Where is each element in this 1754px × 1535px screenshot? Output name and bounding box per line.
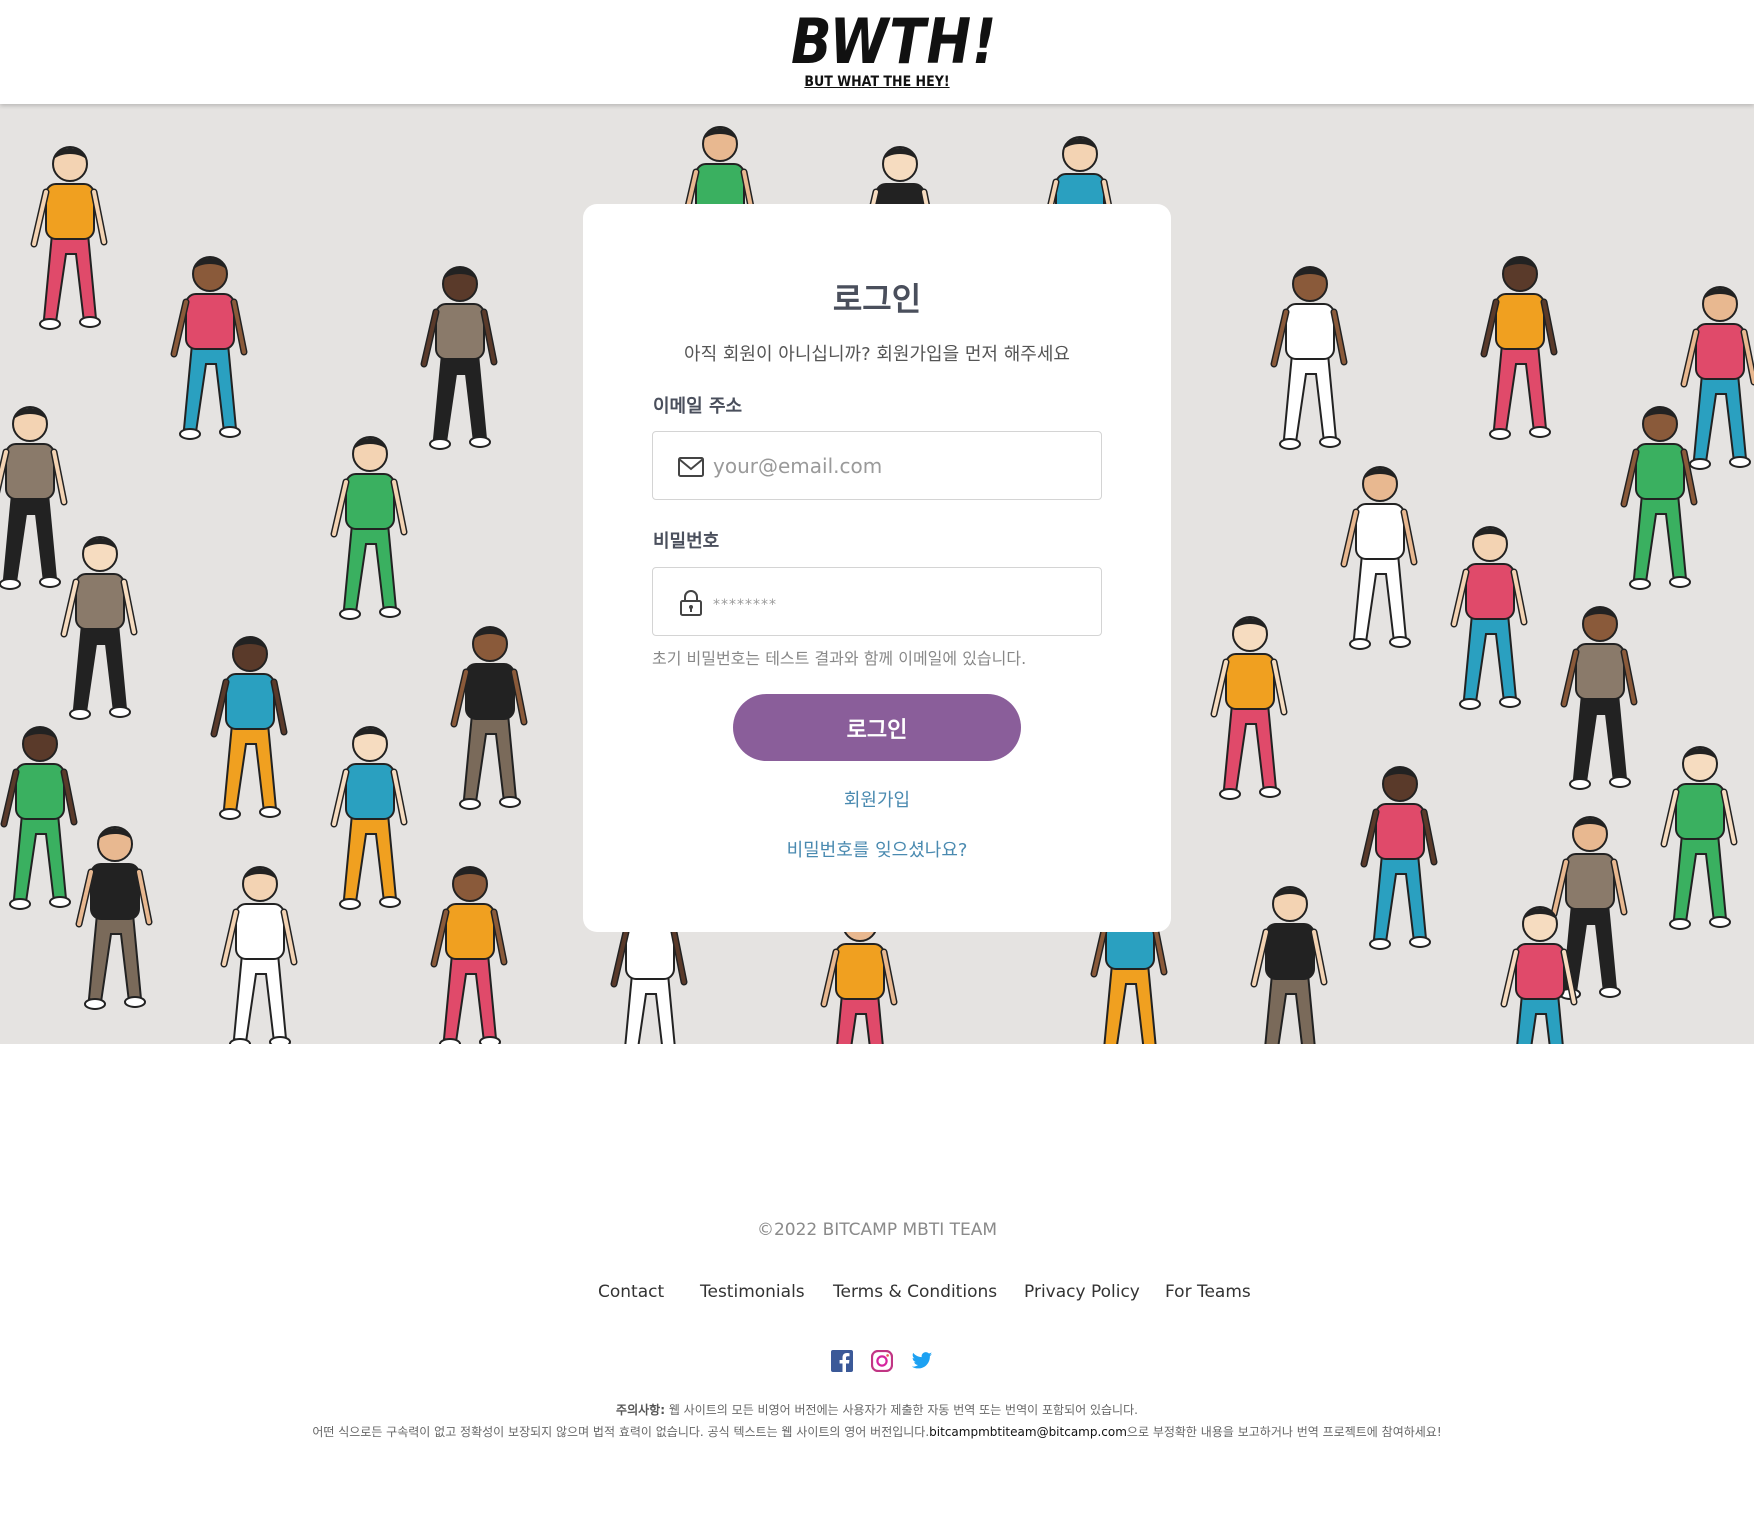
- footer-nav: Contact Testimonials Terms & Conditions …: [0, 1282, 1754, 1306]
- password-field-box: [652, 567, 1102, 636]
- footer-link-testimonials[interactable]: Testimonials: [700, 1282, 805, 1302]
- walking-person-figure: [30, 146, 108, 330]
- email-label: 이메일 주소: [653, 396, 743, 417]
- facebook-icon[interactable]: [831, 1350, 853, 1372]
- walking-person-figure: [1620, 406, 1698, 590]
- walking-person-figure: [75, 826, 153, 1010]
- login-card: 로그인 아직 회원이 아니십니까? 회원가입을 먼저 해주세요 이메일 주소 비…: [583, 204, 1171, 932]
- walking-person-figure: [1680, 286, 1754, 470]
- login-subtitle: 아직 회원이 아니십니까? 회원가입을 먼저 해주세요: [684, 344, 1070, 365]
- email-input[interactable]: [713, 432, 1093, 499]
- notice-text-1: 웹 사이트의 모든 비영어 버전에는 사용자가 제출한 자동 번역 또는 번역이…: [668, 1403, 1138, 1417]
- walking-person-figure: [1250, 886, 1328, 1044]
- mail-icon: [678, 457, 704, 477]
- password-input[interactable]: [713, 568, 1093, 635]
- walking-person-figure: [450, 626, 528, 810]
- notice-text-2a: 어떤 식으로든 구속력이 없고 정확성이 보장되지 않으며 법적 효력이 없습니…: [312, 1425, 930, 1439]
- lock-icon: [680, 590, 702, 616]
- walking-person-figure: [1480, 256, 1558, 440]
- walking-person-figure: [1360, 766, 1438, 950]
- walking-person-figure: [1660, 746, 1738, 930]
- walking-person-figure: [0, 406, 68, 590]
- instagram-icon[interactable]: [871, 1350, 893, 1372]
- walking-person-figure: [1340, 466, 1418, 650]
- walking-person-figure: [1210, 616, 1288, 800]
- footer-link-terms[interactable]: Terms & Conditions: [833, 1282, 997, 1302]
- walking-person-figure: [170, 256, 248, 440]
- walking-person-figure: [330, 436, 408, 620]
- walking-person-figure: [0, 726, 78, 910]
- logo-tagline: BUT WHAT THE HEY!: [804, 74, 950, 90]
- login-title: 로그인: [832, 280, 922, 318]
- walking-person-figure: [60, 536, 138, 720]
- password-label: 비밀번호: [653, 531, 720, 552]
- walking-person-figure: [1500, 906, 1578, 1044]
- login-button[interactable]: 로그인: [733, 694, 1021, 761]
- notice-label: 주의사항:: [616, 1403, 665, 1417]
- footer-link-for-teams[interactable]: For Teams: [1165, 1282, 1251, 1302]
- walking-person-figure: [1560, 606, 1638, 790]
- walking-person-figure: [430, 866, 508, 1044]
- walking-person-figure: [420, 266, 498, 450]
- forgot-password-link[interactable]: 비밀번호를 잊으셨나요?: [583, 836, 1171, 862]
- footer-link-contact[interactable]: Contact: [598, 1282, 664, 1302]
- copyright-text: ©2022 BITCAMP MBTI TEAM: [756, 1220, 998, 1240]
- walking-person-figure: [220, 866, 298, 1044]
- notice-text-2b: 으로 부정확한 내용을 보고하거나 번역 프로젝트에 참여하세요!: [1126, 1425, 1442, 1439]
- notice-line-2: 어떤 식으로든 구속력이 없고 정확성이 보장되지 않으며 법적 효력이 없습니…: [0, 1423, 1754, 1440]
- walking-person-figure: [330, 726, 408, 910]
- logo-text: BWTH!: [791, 5, 998, 78]
- email-field-box: [652, 431, 1102, 500]
- password-hint: 초기 비밀번호는 테스트 결과와 함께 이메일에 있습니다.: [652, 649, 1027, 668]
- notice-line-1: 주의사항: 웹 사이트의 모든 비영어 버전에는 사용자가 제출한 자동 번역 …: [0, 1401, 1754, 1418]
- site-header: BWTH! BUT WHAT THE HEY!: [0, 0, 1754, 104]
- site-logo[interactable]: BWTH! BUT WHAT THE HEY!: [777, 5, 998, 98]
- walking-person-figure: [1450, 526, 1528, 710]
- twitter-icon[interactable]: [911, 1350, 933, 1372]
- walking-person-figure: [210, 636, 288, 820]
- signup-link[interactable]: 회원가입: [583, 786, 1171, 812]
- walking-person-figure: [1270, 266, 1348, 450]
- notice-email-link[interactable]: bitcampmbtiteam@bitcamp.com: [929, 1425, 1127, 1439]
- footer-link-privacy[interactable]: Privacy Policy: [1024, 1282, 1140, 1302]
